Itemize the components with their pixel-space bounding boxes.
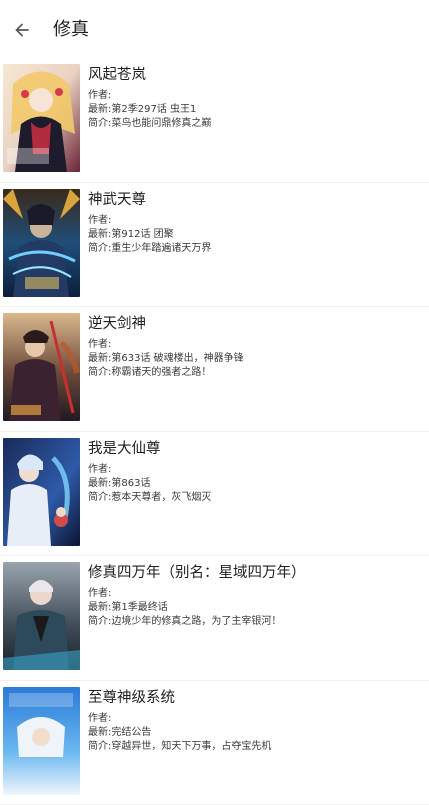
comic-list-item[interactable]: 风起苍岚 作者: 最新:第2季297话 虫王1 简介:菜鸟也能问鼎修真之巅	[0, 58, 429, 183]
comic-title: 神武天尊	[88, 190, 424, 210]
comic-latest-chapter: 最新:第2季297话 虫王1	[88, 103, 424, 117]
comic-latest-chapter: 最新:第863话	[88, 477, 424, 491]
comic-title: 修真四万年（别名：星域四万年）	[88, 563, 424, 583]
comic-list-item[interactable]: 我是大仙尊 作者: 最新:第863话 简介:惹本天尊者，灰飞烟灭	[0, 432, 429, 557]
comic-list-item[interactable]: 至尊神级系统 作者: 最新:完结公告 简介:穿越异世，知天下万事，占夺宝先机	[0, 681, 429, 805]
comic-author: 作者:	[88, 712, 424, 726]
comic-latest-chapter: 最新:第912话 团聚	[88, 228, 424, 242]
comic-info: 逆天剑神 作者: 最新:第633话 破魂楼出，神器争锋 简介:称霸诸天的强者之路…	[88, 314, 424, 380]
comic-author: 作者:	[88, 587, 424, 601]
comic-title: 我是大仙尊	[88, 439, 424, 459]
comic-cover-image[interactable]	[3, 64, 80, 172]
back-button[interactable]	[8, 16, 36, 44]
comic-latest-chapter: 最新:第633话 破魂楼出，神器争锋	[88, 352, 424, 366]
comic-author: 作者:	[88, 89, 424, 103]
comic-list-item[interactable]: 修真四万年（别名：星域四万年） 作者: 最新:第1季最终话 简介:边境少年的修真…	[0, 556, 429, 681]
app-bar: 修真	[0, 0, 429, 60]
comic-title: 逆天剑神	[88, 314, 424, 334]
arrow-left-icon	[12, 20, 32, 40]
comic-cover-image[interactable]	[3, 562, 80, 670]
page-title: 修真	[53, 18, 89, 42]
comic-cover-image[interactable]	[3, 313, 80, 421]
comic-list-item[interactable]: 神武天尊 作者: 最新:第912话 团聚 简介:重生少年踏遍诸天万界	[0, 183, 429, 308]
comic-intro: 简介:边境少年的修真之路，为了主宰银河！	[88, 615, 424, 629]
comic-info: 我是大仙尊 作者: 最新:第863话 简介:惹本天尊者，灰飞烟灭	[88, 439, 424, 505]
comic-info: 风起苍岚 作者: 最新:第2季297话 虫王1 简介:菜鸟也能问鼎修真之巅	[88, 65, 424, 131]
comic-intro: 简介:惹本天尊者，灰飞烟灭	[88, 491, 424, 505]
comic-intro: 简介:穿越异世，知天下万事，占夺宝先机	[88, 740, 424, 754]
comic-title: 风起苍岚	[88, 65, 424, 85]
comic-list-item[interactable]: 逆天剑神 作者: 最新:第633话 破魂楼出，神器争锋 简介:称霸诸天的强者之路…	[0, 307, 429, 432]
comic-cover-image[interactable]	[3, 438, 80, 546]
comic-latest-chapter: 最新:完结公告	[88, 726, 424, 740]
comic-latest-chapter: 最新:第1季最终话	[88, 601, 424, 615]
comic-intro: 简介:称霸诸天的强者之路！	[88, 366, 424, 380]
comic-title: 至尊神级系统	[88, 688, 424, 708]
comic-info: 至尊神级系统 作者: 最新:完结公告 简介:穿越异世，知天下万事，占夺宝先机	[88, 688, 424, 754]
comic-intro: 简介:重生少年踏遍诸天万界	[88, 242, 424, 256]
comic-cover-image[interactable]	[3, 189, 80, 297]
comic-author: 作者:	[88, 214, 424, 228]
comic-author: 作者:	[88, 338, 424, 352]
comic-cover-image[interactable]	[3, 687, 80, 795]
comic-intro: 简介:菜鸟也能问鼎修真之巅	[88, 117, 424, 131]
comic-list: 风起苍岚 作者: 最新:第2季297话 虫王1 简介:菜鸟也能问鼎修真之巅	[0, 58, 429, 805]
comic-author: 作者:	[88, 463, 424, 477]
comic-info: 神武天尊 作者: 最新:第912话 团聚 简介:重生少年踏遍诸天万界	[88, 190, 424, 256]
comic-info: 修真四万年（别名：星域四万年） 作者: 最新:第1季最终话 简介:边境少年的修真…	[88, 563, 424, 629]
